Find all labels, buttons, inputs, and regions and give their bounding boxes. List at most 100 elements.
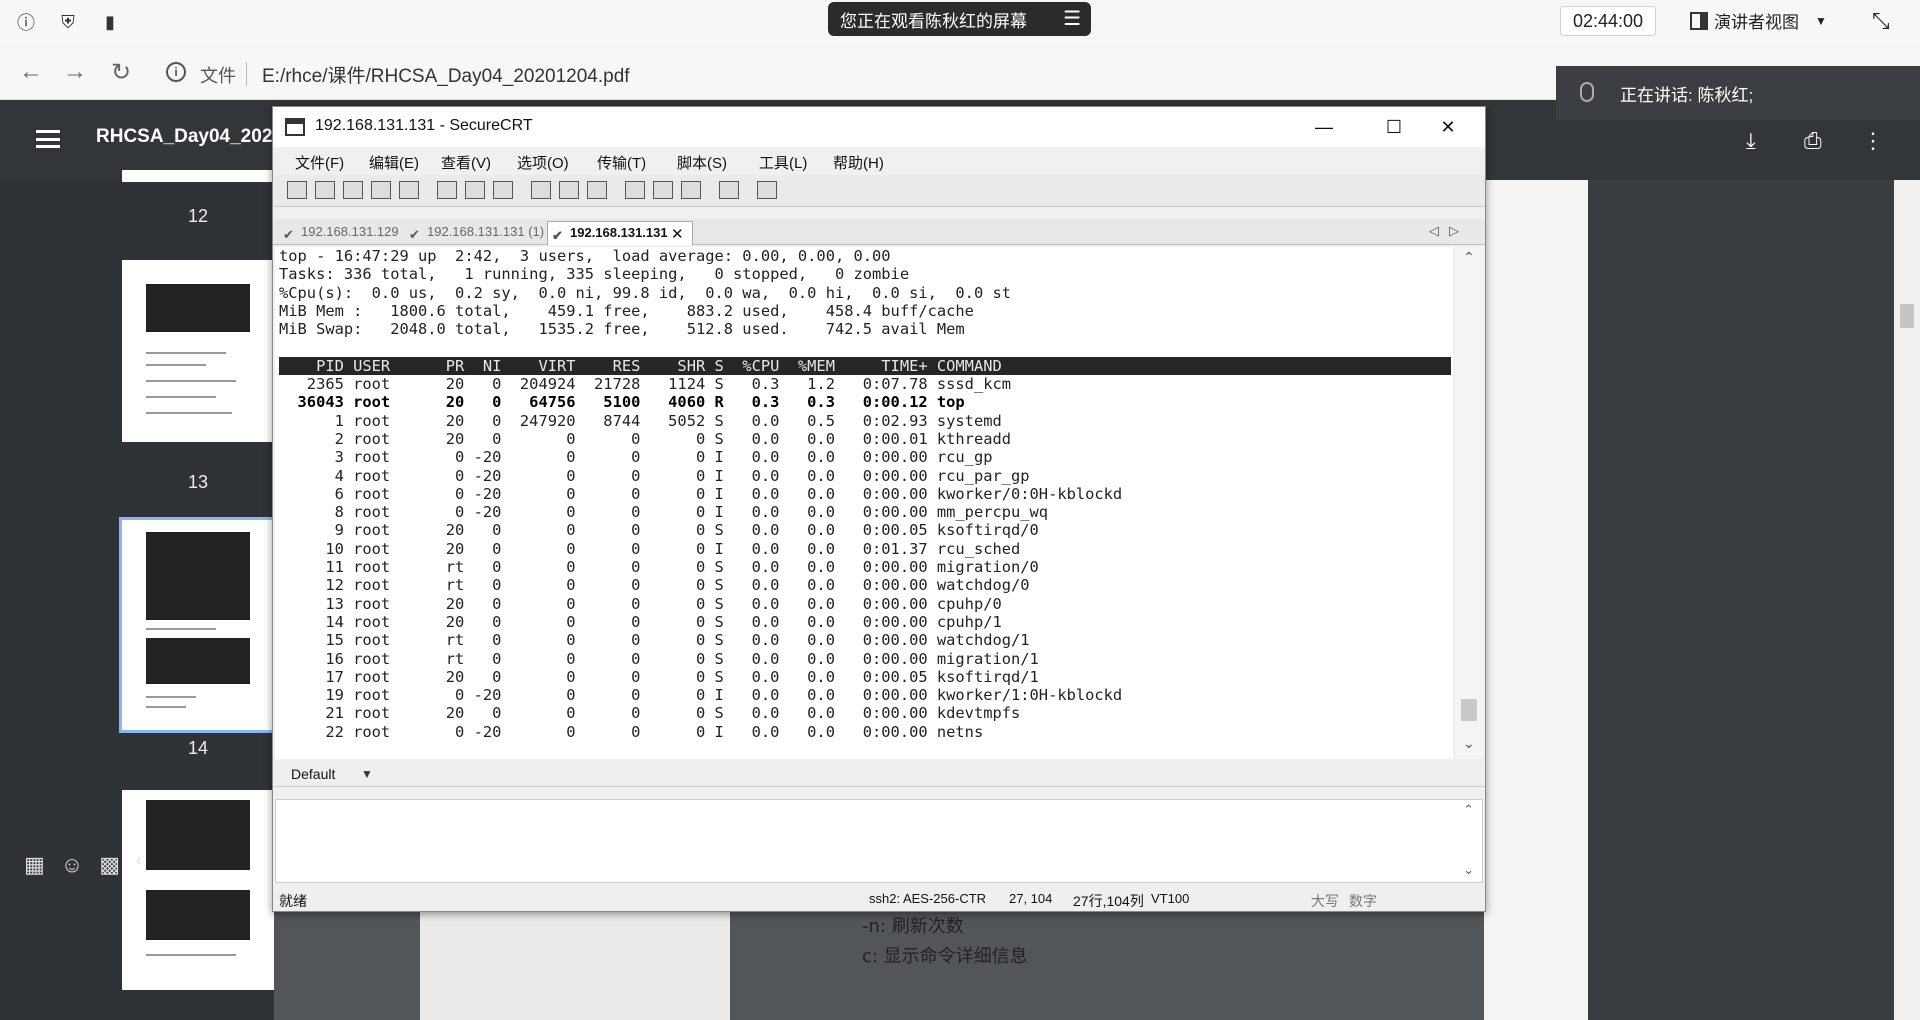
print-selection-icon[interactable]	[559, 181, 579, 199]
connect-in-tab-icon[interactable]	[343, 181, 363, 199]
sftp-icon[interactable]	[719, 181, 739, 199]
site-info-icon[interactable]: i	[166, 62, 186, 82]
menu-transfer[interactable]: 传输(T)	[597, 152, 646, 173]
maximize-button[interactable]: ☐	[1379, 113, 1409, 141]
menu-help[interactable]: 帮助(H)	[833, 152, 884, 173]
securecrt-app-icon	[285, 118, 305, 136]
scroll-down-icon[interactable]: ⌄	[1463, 735, 1475, 752]
page-number: 12	[188, 206, 209, 226]
menu-script[interactable]: 脚本(S)	[677, 152, 727, 173]
grid-icon[interactable]: ▩	[99, 852, 120, 878]
menu-view[interactable]: 查看(V)	[441, 152, 491, 173]
status-terminal-type: VT100	[1151, 891, 1190, 906]
toolbar	[273, 175, 1485, 207]
screen: ⓘ ⛨ ▮ 您正在观看陈秋红的屏幕 ☰ 02:44:00 演讲者视图 ▼ ⤡ ←…	[0, 0, 1920, 1020]
emoji-icon[interactable]: ☺	[61, 852, 83, 878]
menu-file[interactable]: 文件(F)	[295, 152, 344, 173]
info-icon[interactable]: ⓘ	[14, 10, 38, 34]
terminal-scrollbar[interactable]: ⌃ ⌄	[1455, 247, 1483, 759]
presenter-view-button[interactable]: 演讲者视图 ▼	[1690, 8, 1827, 33]
top-summary-line: top - 16:47:29 up 2:42, 3 users, load av…	[279, 247, 891, 265]
process-row: 1 root 20 0 247920 8744 5052 S 0.0 0.5 0…	[279, 411, 1002, 430]
download-icon[interactable]: ⤓	[1746, 128, 1756, 154]
scroll-up-icon[interactable]: ⌃	[1463, 249, 1475, 266]
screen-share-indicator[interactable]: 您正在观看陈秋红的屏幕 ☰	[828, 2, 1091, 36]
menu-tools[interactable]: 工具(L)	[759, 152, 807, 173]
quick-connect-icon[interactable]	[315, 181, 335, 199]
reconnect-icon[interactable]	[371, 181, 391, 199]
process-row: 17 root 20 0 0 0 0 S 0.0 0.0 0:00.05 kso…	[279, 667, 1039, 686]
forward-icon[interactable]: →	[60, 58, 90, 86]
apps-icon[interactable]: ▦	[24, 852, 45, 878]
connect-icon[interactable]	[287, 181, 307, 199]
page-number: 14	[188, 738, 209, 758]
global-options-icon[interactable]	[653, 181, 673, 199]
share-text: 您正在观看陈秋红的屏幕	[840, 11, 1027, 31]
session-options-icon[interactable]	[625, 181, 645, 199]
menu-edit[interactable]: 编辑(E)	[369, 152, 419, 173]
shield-icon[interactable]: ⛨	[56, 10, 80, 34]
top-summary-line: MiB Mem : 1800.6 total, 459.1 free, 883.…	[279, 301, 974, 320]
status-bar: 就绪 ssh2: AES-256-CTR 27, 104 27行,104列 VT…	[273, 887, 1485, 911]
window-title-bar[interactable]: 192.168.131.131 - SecureCRT — ☐ ✕	[273, 107, 1485, 147]
status-caps: 大写	[1311, 893, 1339, 909]
terminal-output[interactable]: top - 16:47:29 up 2:42, 3 users, load av…	[275, 247, 1453, 759]
signal-icon[interactable]: ▮	[98, 10, 122, 34]
find-icon[interactable]	[493, 181, 513, 199]
process-row: 8 root 0 -20 0 0 0 I 0.0 0.0 0:00.00 mm_…	[279, 503, 1049, 522]
keymap-icon[interactable]	[681, 181, 701, 199]
fullscreen-icon[interactable]: ⤡	[1872, 8, 1890, 34]
microphone-icon	[1580, 82, 1594, 102]
print-icon[interactable]	[531, 181, 551, 199]
status-rowcol: 27行,104列	[1073, 893, 1144, 909]
close-tab-icon[interactable]: ✕	[671, 225, 684, 243]
command-window[interactable]: ⌃ ⌄	[275, 799, 1483, 883]
window-title: 192.168.131.131 - SecureCRT	[315, 117, 533, 134]
pdf-page	[1484, 180, 1588, 1020]
copy-icon[interactable]	[437, 181, 457, 199]
page-thumbnail-selected[interactable]	[119, 517, 277, 733]
scrollbar-thumb[interactable]	[1900, 304, 1914, 328]
tab-scroll-arrows[interactable]: ◁▷	[1429, 223, 1469, 239]
meeting-timer: 02:44:00	[1560, 6, 1656, 36]
reload-icon[interactable]: ↻	[106, 58, 136, 87]
close-button[interactable]: ✕	[1433, 113, 1463, 141]
help-icon[interactable]	[757, 181, 777, 199]
page-thumbnail[interactable]	[122, 260, 274, 442]
process-row: 9 root 20 0 0 0 0 S 0.0 0.0 0:00.05 ksof…	[279, 521, 1039, 540]
more-icon[interactable]: ⋮	[1862, 128, 1884, 154]
session-tab[interactable]: ✔ 192.168.131.129	[279, 221, 399, 245]
top-summary-line: %Cpu(s): 0.0 us, 0.2 sy, 0.0 ni, 99.8 id…	[279, 283, 1012, 302]
session-dropdown[interactable]: Default	[291, 766, 335, 782]
scroll-up-icon[interactable]: ⌃	[1463, 802, 1474, 818]
menu-options[interactable]: 选项(O)	[517, 152, 569, 173]
session-tab-label: 192.168.131.131 (1)	[427, 224, 545, 239]
scrollbar-thumb[interactable]	[1461, 699, 1477, 721]
session-tab[interactable]: ✔ 192.168.131.131 (1)	[405, 221, 544, 245]
meeting-bar: ⓘ ⛨ ▮ 您正在观看陈秋红的屏幕 ☰ 02:44:00 演讲者视图 ▼ ⤡	[0, 0, 1920, 44]
top-summary-line: Tasks: 336 total, 1 running, 335 sleepin…	[279, 265, 910, 284]
process-row: 14 root 20 0 0 0 0 S 0.0 0.0 0:00.00 cpu…	[279, 612, 1002, 631]
scroll-down-icon[interactable]: ⌄	[1463, 862, 1474, 878]
file-label: 文件	[200, 66, 236, 86]
printer-icon[interactable]	[587, 181, 607, 199]
chevron-down-icon[interactable]: ▼	[361, 767, 373, 781]
menu-icon[interactable]	[36, 130, 60, 148]
disconnect-icon[interactable]	[399, 181, 419, 199]
process-row: 6 root 0 -20 0 0 0 I 0.0 0.0 0:00.00 kwo…	[279, 484, 1123, 503]
minimize-button[interactable]: —	[1309, 113, 1339, 141]
print-icon[interactable]: ⎙	[1804, 128, 1822, 154]
chevron-left-icon[interactable]: ‹	[136, 852, 141, 878]
address-field[interactable]: E:/rhce/课件/RHCSA_Day04_20201204.pdf	[262, 61, 630, 88]
pdf-scrollbar[interactable]	[1894, 180, 1920, 1020]
process-row: 12 root rt 0 0 0 0 S 0.0 0.0 0:00.00 wat…	[279, 576, 1030, 595]
menu-bar: 文件(F) 编辑(E) 查看(V) 选项(O) 传输(T) 脚本(S) 工具(L…	[273, 147, 1485, 175]
paste-icon[interactable]	[465, 181, 485, 199]
page-thumbnail[interactable]	[122, 170, 274, 182]
securecrt-window: 192.168.131.131 - SecureCRT — ☐ ✕ 文件(F) …	[272, 106, 1486, 912]
status-cipher: ssh2: AES-256-CTR	[869, 891, 987, 906]
top-summary-line: MiB Swap: 2048.0 total, 1535.2 free, 512…	[279, 320, 965, 339]
back-icon[interactable]: ←	[16, 58, 46, 86]
page-thumbnail[interactable]	[122, 790, 274, 990]
menu-icon[interactable]: ☰	[1063, 6, 1081, 31]
